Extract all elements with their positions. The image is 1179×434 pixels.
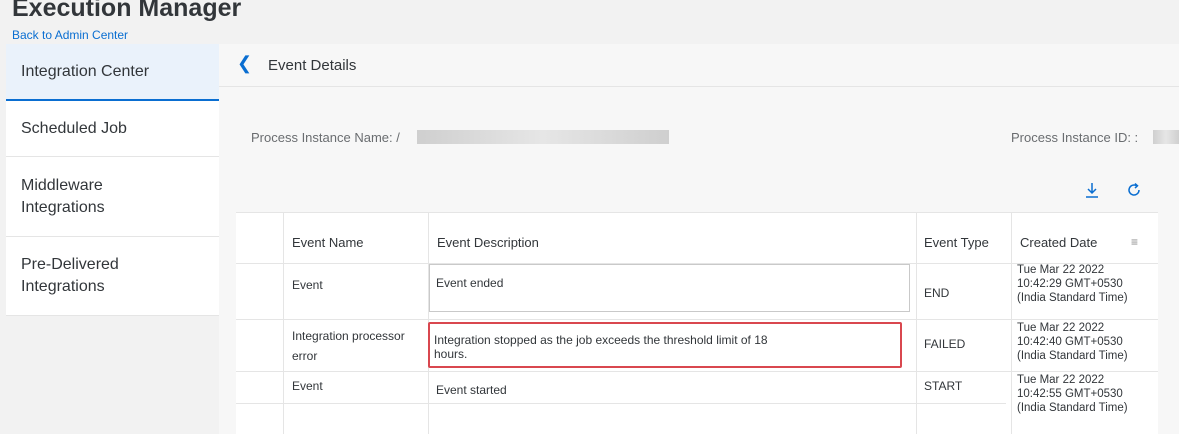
app-header: Execution Manager Back to Admin Center (0, 0, 1179, 44)
event-description-cell: Integration stopped as the job exceeds t… (434, 333, 768, 361)
sidebar-item-integration-center[interactable]: Integration Center (6, 44, 219, 101)
sidebar: Integration Center Scheduled Job Middlew… (6, 44, 219, 316)
column-header-event-name[interactable]: Event Name (292, 235, 364, 250)
sidebar-item-label: Integration Center (21, 62, 150, 80)
created-date-cell: Tue Mar 22 2022 10:42:29 GMT+0530 (India… (1017, 264, 1128, 304)
event-description-cell: Event ended (436, 276, 504, 290)
event-name-cell: Event (292, 278, 323, 292)
row-divider (236, 403, 1006, 404)
column-divider (1011, 213, 1012, 434)
sidebar-item-pre-delivered-integrations[interactable]: Pre-Delivered Integrations (6, 237, 219, 316)
back-to-admin-center-link[interactable]: Back to Admin Center (12, 28, 128, 42)
column-header-event-description[interactable]: Event Description (437, 235, 539, 250)
created-date-cell: Tue Mar 22 2022 10:42:55 GMT+0530 (India… (1017, 374, 1128, 414)
chevron-left-icon[interactable]: ❮ (237, 53, 252, 74)
redacted-process-instance-id (1153, 130, 1179, 144)
filter-icon[interactable]: ≡ (1131, 235, 1138, 249)
column-header-event-type[interactable]: Event Type (924, 235, 989, 250)
page-nav-bar: ❮ Event Details (219, 44, 1179, 87)
app-title: Execution Manager (12, 0, 242, 22)
event-name-cell: Integration processor error (292, 329, 405, 363)
sidebar-item-label: Middleware Integrations (21, 176, 105, 216)
sidebar-item-label: Pre-Delivered Integrations (21, 256, 119, 295)
row-divider (236, 319, 1158, 320)
refresh-icon[interactable] (1126, 182, 1142, 203)
download-icon[interactable] (1085, 182, 1099, 203)
process-instance-id-label: Process Instance ID: : (1011, 130, 1139, 145)
column-divider (916, 213, 917, 434)
event-description-cell: Event started (436, 383, 507, 397)
event-name-cell: Event (292, 379, 323, 393)
event-type-cell: START (924, 379, 963, 393)
event-table: Event Name Event Description Event Type … (236, 212, 1158, 434)
event-type-cell: END (924, 286, 950, 300)
sidebar-item-label: Scheduled Job (21, 119, 127, 137)
row-divider (236, 371, 1158, 372)
created-date-cell: Tue Mar 22 2022 10:42:40 GMT+0530 (India… (1017, 322, 1128, 362)
sidebar-item-middleware-integrations[interactable]: Middleware Integrations (6, 157, 219, 237)
page-title: Event Details (268, 57, 357, 74)
event-type-cell: FAILED (924, 337, 966, 351)
redacted-process-instance-name (417, 130, 669, 144)
column-divider (283, 213, 284, 434)
column-header-created-date[interactable]: Created Date (1020, 235, 1097, 250)
process-instance-name-label: Process Instance Name: / (251, 130, 400, 145)
main-content: ❮ Event Details Process Instance Name: /… (219, 44, 1179, 434)
sidebar-item-scheduled-job[interactable]: Scheduled Job (6, 101, 219, 157)
